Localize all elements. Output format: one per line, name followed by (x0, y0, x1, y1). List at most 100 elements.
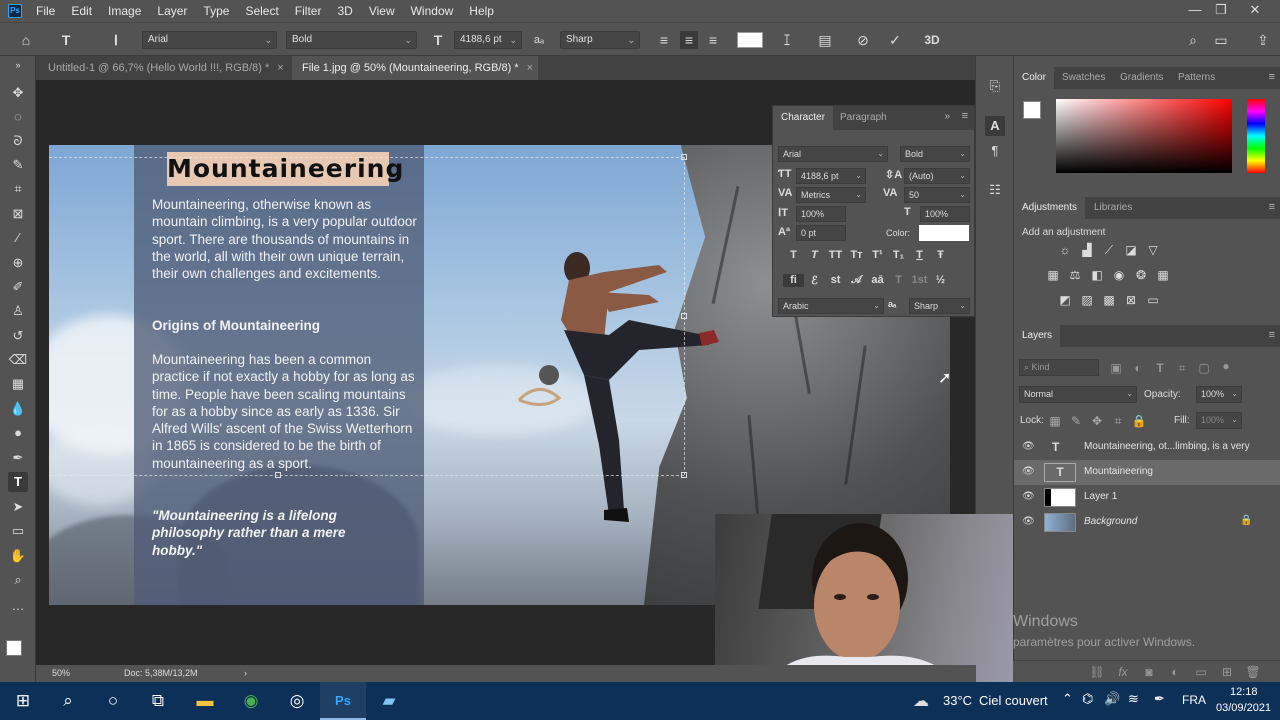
share-icon[interactable]: ⇪ (1254, 31, 1272, 49)
lasso-tool-icon[interactable]: ᘐ (8, 131, 28, 151)
panel-menu-icon[interactable]: ≡ (1269, 71, 1275, 83)
filter-type-icon[interactable]: T (1152, 361, 1168, 375)
menu-select[interactable]: Select (237, 0, 286, 22)
paragraph-panel-icon[interactable]: ¶ (985, 141, 1005, 161)
foreground-color-swatch[interactable] (1023, 101, 1041, 119)
foreground-color-swatch[interactable] (6, 640, 22, 656)
more-tools-icon[interactable]: … (8, 596, 28, 616)
font-family-select[interactable]: Arial ⌄ (142, 31, 277, 49)
align-left-icon[interactable]: ≡ (655, 31, 673, 49)
dodge-tool-icon[interactable]: ● (8, 423, 28, 443)
char-leading-input[interactable]: (Auto) ⌄ (904, 168, 970, 184)
transform-handle[interactable] (681, 313, 687, 319)
crop-tool-icon[interactable]: ⌗ (8, 179, 28, 199)
history-brush-icon[interactable]: ↺ (8, 326, 28, 346)
healing-tool-icon[interactable]: ⊕ (8, 253, 28, 273)
char-baseline-input[interactable]: 0 pt (796, 225, 846, 241)
black-white-icon[interactable]: ◧ (1089, 268, 1105, 282)
lock-artboard-icon[interactable]: ⌗ (1110, 414, 1126, 428)
hue-slider[interactable] (1247, 99, 1265, 173)
type-tool-preset-icon[interactable]: T (57, 31, 75, 49)
photoshop-taskbar-icon[interactable]: Ps (320, 682, 366, 720)
font-style-select[interactable]: Bold ⌄ (286, 31, 417, 49)
home-icon[interactable]: ⌂ (17, 31, 35, 49)
type-tool-icon[interactable]: T (8, 472, 28, 492)
color-picker-field[interactable] (1056, 99, 1232, 173)
weather-text[interactable]: Ciel couvert (979, 693, 1048, 708)
tab-file-1[interactable]: File 1.jpg @ 50% (Mountaineering, RGB/8)… (292, 56, 538, 80)
eyedropper-tool-icon[interactable]: ⁄ (8, 228, 28, 248)
tab-paragraph[interactable]: Paragraph (832, 106, 895, 130)
align-center-icon[interactable]: ≡ (680, 31, 698, 49)
rectangle-tool-icon[interactable]: ▭ (8, 521, 28, 541)
transform-handle[interactable] (275, 472, 281, 478)
menu-image[interactable]: Image (100, 0, 149, 22)
pen-icon[interactable]: ✒ (1154, 691, 1165, 707)
hue-saturation-icon[interactable]: ▦ (1045, 268, 1061, 282)
link-layers-icon[interactable]: ⛓ (1089, 665, 1105, 679)
file-explorer-icon[interactable]: ▬ (182, 682, 228, 720)
tab-gradients[interactable]: Gradients (1112, 67, 1171, 89)
quick-select-tool-icon[interactable]: ✎ (8, 155, 28, 175)
brightness-contrast-icon[interactable]: ☼ (1057, 243, 1073, 257)
canvas-heading-2[interactable]: Origins of Mountaineering (152, 317, 417, 334)
filter-smart-object-icon[interactable]: ▢ (1196, 361, 1212, 375)
menu-view[interactable]: View (361, 0, 403, 22)
tray-chevron-icon[interactable]: ⌃ (1062, 691, 1073, 707)
curves-icon[interactable]: ⟋ (1101, 243, 1117, 257)
char-font-size-input[interactable]: 4188,6 pt ⌄ (796, 168, 866, 184)
lock-position-icon[interactable]: ✥ (1089, 414, 1105, 428)
filter-shape-icon[interactable]: ⌗ (1174, 361, 1190, 375)
layer-name[interactable]: Mountaineering (1084, 466, 1153, 477)
weather-temp[interactable]: 33°C (943, 693, 972, 708)
photoshop-logo[interactable]: Ps (8, 4, 22, 18)
search-icon[interactable]: ⌕ (1184, 31, 1202, 49)
add-mask-icon[interactable]: ◙ (1141, 665, 1157, 679)
wifi-icon[interactable]: ≋ (1128, 691, 1139, 707)
app-taskbar-icon[interactable]: ▰ (366, 682, 412, 720)
faux-italic-button[interactable]: T (804, 249, 825, 261)
layer-row[interactable]: 👁 Layer 1 (1014, 485, 1280, 510)
menu-edit[interactable]: Edit (63, 0, 100, 22)
new-layer-icon[interactable]: ⊞ (1219, 665, 1235, 679)
weather-icon[interactable]: ☁ (913, 691, 929, 711)
faux-bold-button[interactable]: T (783, 249, 804, 261)
windows-start-icon[interactable]: ⊞ (0, 682, 46, 720)
marquee-tool-icon[interactable]: ◌ (8, 107, 28, 127)
transform-handle[interactable] (681, 154, 687, 160)
path-select-tool-icon[interactable]: ➤ (8, 497, 28, 517)
cortana-icon[interactable]: ○ (90, 682, 136, 720)
character-panel-icon[interactable]: A (985, 116, 1005, 136)
close-window-button[interactable]: ✕ (1240, 0, 1270, 22)
font-size-input[interactable]: 4188,6 pt ⌄ (454, 31, 522, 49)
layer-row[interactable]: 👁 Background 🔒 (1014, 510, 1280, 535)
vibrance-icon[interactable]: ▽ (1145, 243, 1161, 257)
pen-tool-icon[interactable]: ✒ (8, 448, 28, 468)
menu-file[interactable]: File (28, 0, 63, 22)
clock-date[interactable]: 03/09/2021 (1216, 702, 1271, 714)
threshold-icon[interactable]: ▩ (1101, 293, 1117, 307)
subscript-button[interactable]: T₁ (888, 249, 909, 261)
visibility-eye-icon[interactable]: 👁 (1022, 466, 1035, 477)
layer-name[interactable]: Mountaineering, ot...limbing, is a very (1084, 441, 1250, 452)
layer-name[interactable]: Layer 1 (1084, 491, 1117, 502)
visibility-eye-icon[interactable]: 👁 (1022, 441, 1035, 452)
warp-text-icon[interactable]: ꕯ (778, 31, 796, 49)
fill-input[interactable]: 100% ⌄ (1196, 412, 1242, 429)
workspace-icon[interactable]: ▭ (1212, 31, 1230, 49)
menu-3d[interactable]: 3D (329, 0, 360, 22)
selective-color-icon[interactable]: ⊠ (1123, 293, 1139, 307)
photo-filter-icon[interactable]: ◉ (1111, 268, 1127, 282)
menu-filter[interactable]: Filter (287, 0, 330, 22)
blur-tool-icon[interactable]: 💧 (8, 399, 28, 419)
tab-swatches[interactable]: Swatches (1054, 67, 1113, 89)
blend-mode-select[interactable]: Normal ⌄ (1019, 386, 1137, 403)
filter-adjustment-icon[interactable]: ◐ (1130, 361, 1146, 375)
anti-alias-select[interactable]: Sharp ⌄ (560, 31, 640, 49)
lock-all-icon[interactable]: 🔒 (1131, 414, 1147, 428)
stylistic-alternates-button[interactable]: aā (867, 274, 888, 287)
ordinals-button[interactable]: 1st (909, 274, 930, 287)
visibility-eye-icon[interactable]: 👁 (1022, 516, 1035, 527)
discretionary-ligatures-button[interactable]: st (825, 274, 846, 287)
menu-help[interactable]: Help (461, 0, 502, 22)
